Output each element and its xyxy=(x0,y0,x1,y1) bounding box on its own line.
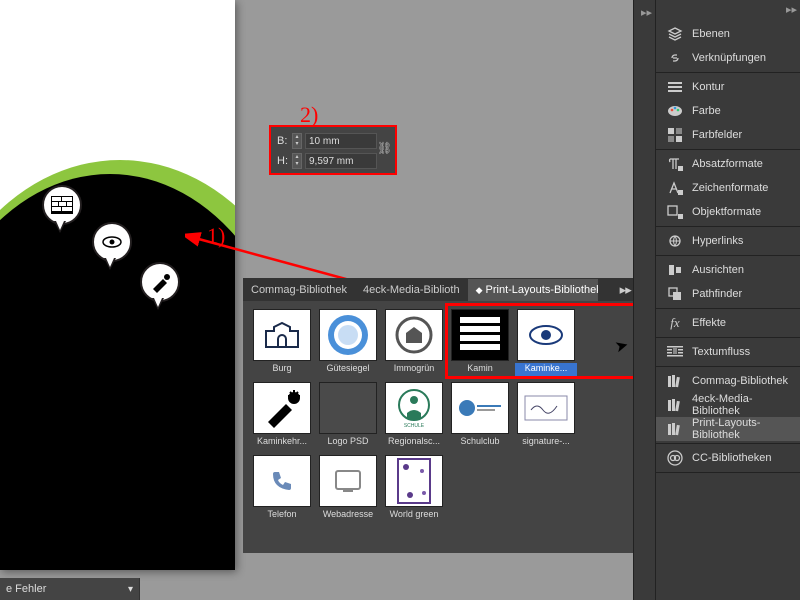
transform-panel[interactable]: B: ▴▾ H: ▴▾ ⛓ xyxy=(269,125,397,175)
panel-collapse-strip[interactable]: ▸▸ xyxy=(633,0,655,600)
cc-icon xyxy=(666,449,684,467)
swatches-icon xyxy=(666,126,684,144)
library-item-webadresse[interactable]: Webadresse xyxy=(317,455,379,524)
panel-farbe[interactable]: Farbe xyxy=(656,99,800,123)
panel-ebenen[interactable]: Ebenen xyxy=(656,22,800,46)
document-page[interactable] xyxy=(0,0,235,570)
height-stepper[interactable]: ▴▾ xyxy=(292,153,302,169)
width-label: B: xyxy=(277,135,289,147)
align-icon xyxy=(666,261,684,279)
character-styles-icon xyxy=(666,179,684,197)
collapse-right-icon[interactable]: ▸▸ xyxy=(783,3,797,17)
library-icon xyxy=(666,396,684,414)
library-item-kaminkehrer-2[interactable]: Kaminkehr... xyxy=(251,382,313,451)
panel-cc-bibliotheken[interactable]: CC-Bibliotheken xyxy=(656,446,800,470)
annotation-2: 2) xyxy=(300,102,318,128)
annotation-1: 1) xyxy=(207,223,225,249)
panel-pathfinder[interactable]: Pathfinder xyxy=(656,282,800,306)
text-wrap-icon xyxy=(666,343,684,361)
links-icon xyxy=(666,49,684,67)
effects-icon: fx xyxy=(666,314,684,332)
panel-farbfelder[interactable]: Farbfelder xyxy=(656,123,800,147)
panel-4eck-bibliothek[interactable]: 4eck-Media-Bibliothek xyxy=(656,393,800,417)
layers-icon xyxy=(666,25,684,43)
library-item-guetesiegel[interactable]: Gütesiegel xyxy=(317,309,379,378)
panel-zeichenformate[interactable]: Zeichenformate xyxy=(656,176,800,200)
library-icon xyxy=(666,420,684,438)
panel-verknuepfungen[interactable]: Verknüpfungen xyxy=(656,46,800,70)
panel-commag-bibliothek[interactable]: Commag-Bibliothek xyxy=(656,369,800,393)
library-icon xyxy=(666,372,684,390)
collapse-icon[interactable]: ▸▸ xyxy=(638,3,652,17)
library-item-kamin[interactable]: Kamin xyxy=(449,309,511,378)
status-dropdown-icon[interactable]: ▾ xyxy=(128,584,133,595)
height-input[interactable] xyxy=(305,153,377,169)
library-item-world-green[interactable]: World green xyxy=(383,455,445,524)
panel-ausrichten[interactable]: Ausrichten xyxy=(656,258,800,282)
hyperlinks-icon xyxy=(666,232,684,250)
panel-absatzformate[interactable]: Absatzformate xyxy=(656,152,800,176)
library-item-immogruen[interactable]: Immogrün xyxy=(383,309,445,378)
library-item-kaminkehrer-1[interactable]: Kaminke... xyxy=(515,309,577,378)
library-item-burg[interactable]: Burg xyxy=(251,309,313,378)
speech-bubble-bricks[interactable] xyxy=(42,185,82,225)
status-bar[interactable]: e Fehler ▾ xyxy=(0,578,140,600)
library-item-signature[interactable]: signature-... xyxy=(515,382,577,451)
library-tab-4eck[interactable]: 4eck-Media-Biblioth xyxy=(355,279,468,301)
speech-bubble-gear[interactable] xyxy=(92,222,132,262)
library-panel[interactable]: Commag-Bibliothek 4eck-Media-Biblioth ◆P… xyxy=(243,278,650,553)
library-item-logo-psd[interactable]: Logo PSD xyxy=(317,382,379,451)
speech-bubble-sweeper[interactable] xyxy=(140,262,180,302)
library-tabs: Commag-Bibliothek 4eck-Media-Biblioth ◆P… xyxy=(243,279,650,301)
object-styles-icon xyxy=(666,203,684,221)
library-item-regionalschule[interactable]: SCHULE Regionalsc... xyxy=(383,382,445,451)
library-grid: Burg Gütesiegel Immogrün Kamin Kaminke..… xyxy=(243,301,650,532)
panel-effekte[interactable]: fx Effekte xyxy=(656,311,800,335)
color-icon xyxy=(666,102,684,120)
panel-hyperlinks[interactable]: Hyperlinks xyxy=(656,229,800,253)
panel-textumfluss[interactable]: Textumfluss xyxy=(656,340,800,364)
library-item-telefon[interactable]: Telefon xyxy=(251,455,313,524)
pathfinder-icon xyxy=(666,285,684,303)
library-tab-commag[interactable]: Commag-Bibliothek xyxy=(243,279,355,301)
stroke-icon xyxy=(666,78,684,96)
right-panel-column: ▸▸ Ebenen Verknüpfungen Kontur Farbe Far… xyxy=(655,0,800,600)
width-input[interactable] xyxy=(305,133,377,149)
height-label: H: xyxy=(277,155,289,167)
svg-text:SCHULE: SCHULE xyxy=(404,423,425,429)
library-item-schulclub[interactable]: Schulclub xyxy=(449,382,511,451)
constrain-proportions-icon[interactable]: ⛓ xyxy=(377,141,391,159)
canvas-area[interactable] xyxy=(0,0,244,600)
panel-print-bibliothek[interactable]: Print-Layouts-Bibliothek xyxy=(656,417,800,441)
paragraph-styles-icon xyxy=(666,155,684,173)
panel-objektformate[interactable]: Objektformate xyxy=(656,200,800,224)
panel-kontur[interactable]: Kontur xyxy=(656,75,800,99)
status-text: e Fehler xyxy=(6,583,46,595)
width-stepper[interactable]: ▴▾ xyxy=(292,133,302,149)
library-tab-print[interactable]: ◆Print-Layouts-Bibliothek xyxy=(468,279,598,301)
